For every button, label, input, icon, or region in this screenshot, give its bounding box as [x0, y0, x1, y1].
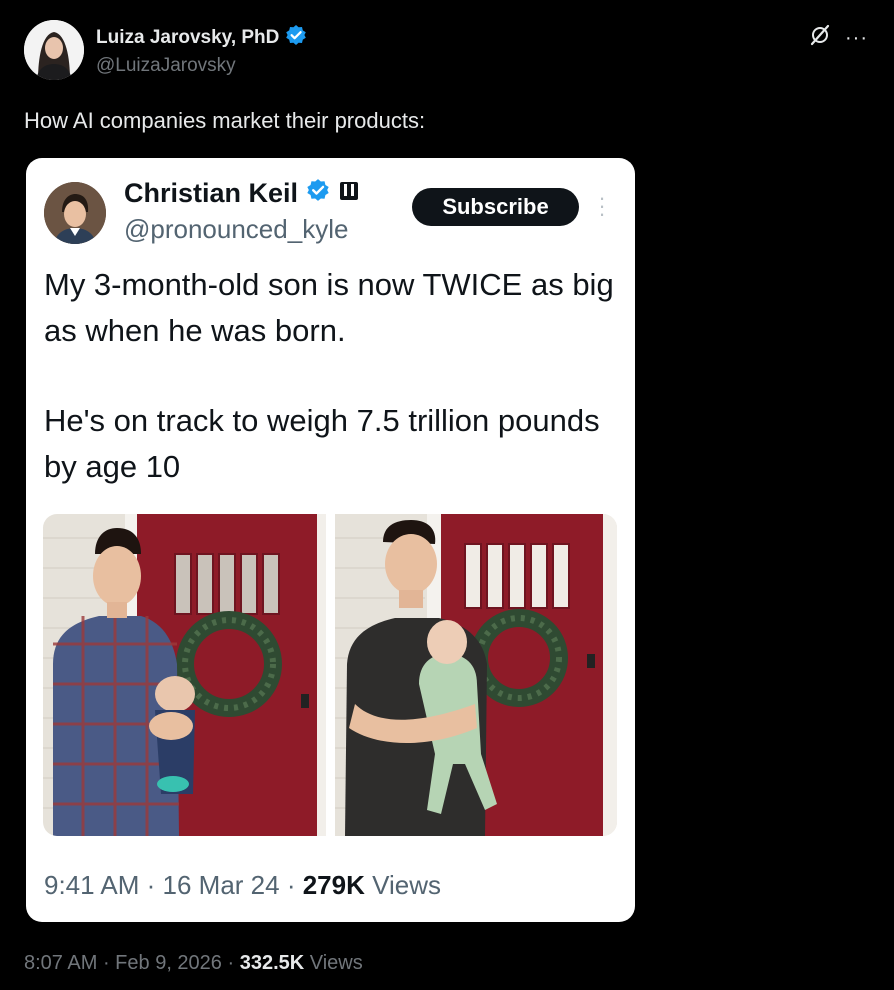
- quoted-paragraph-1: My 3-month-old son is now TWICE as big a…: [44, 267, 614, 348]
- photo-three-months: [334, 514, 618, 836]
- quoted-date: 16 Mar 24: [162, 870, 280, 900]
- tweet-separator-1: ·: [97, 952, 116, 974]
- quoted-time: 9:41 AM: [44, 870, 140, 900]
- tweet-top-actions: ···: [809, 24, 868, 51]
- quoted-photo-grid: [43, 514, 617, 836]
- author-handle[interactable]: @LuizaJarovsky: [96, 55, 236, 77]
- tweet-views-label: Views: [304, 952, 363, 974]
- quoted-paragraph-2: He's on track to weigh 7.5 trillion poun…: [44, 403, 600, 484]
- quoted-views-label: Views: [364, 870, 441, 900]
- quoted-more-options-icon: · · ·: [598, 185, 606, 226]
- tweet-time[interactable]: 8:07 AM: [24, 952, 97, 974]
- tweet-text: How AI companies market their products:: [24, 108, 426, 133]
- quoted-author-name-text: Christian Keil: [124, 178, 299, 208]
- quoted-author-avatar: [44, 182, 106, 244]
- quoted-tweet-image[interactable]: Christian Keil @pronounced_kyle Subscrib…: [26, 158, 635, 922]
- tweet-date[interactable]: Feb 9, 2026: [115, 952, 222, 974]
- more-options-icon[interactable]: ···: [845, 28, 868, 48]
- photo-newborn: [43, 514, 326, 836]
- grok-icon[interactable]: [809, 24, 831, 51]
- quoted-author-name: Christian Keil: [124, 178, 360, 209]
- author-name-text[interactable]: Luiza Jarovsky, PhD: [96, 27, 279, 49]
- quoted-separator-1: ·: [139, 870, 163, 900]
- verified-badge-icon: [285, 24, 307, 52]
- author-avatar[interactable]: [24, 20, 84, 80]
- author-name[interactable]: Luiza Jarovsky, PhD: [96, 24, 307, 52]
- tweet-separator-2: ·: [221, 952, 240, 974]
- quoted-author-handle: @pronounced_kyle: [124, 214, 349, 244]
- affiliation-badge-icon: [338, 178, 360, 209]
- quoted-views-count: 279K: [302, 870, 365, 900]
- quoted-tweet-text: My 3-month-old son is now TWICE as big a…: [44, 262, 619, 490]
- tweet-views-count[interactable]: 332.5K: [240, 952, 305, 974]
- quoted-separator-2: ·: [279, 870, 303, 900]
- quoted-tweet-meta: 9:41 AM · 16 Mar 24 · 279K Views: [44, 870, 441, 901]
- tweet-meta: 8:07 AM · Feb 9, 2026 · 332.5K Views: [24, 952, 363, 975]
- subscribe-button: Subscribe: [412, 188, 579, 226]
- quoted-verified-badge-icon: [306, 178, 330, 209]
